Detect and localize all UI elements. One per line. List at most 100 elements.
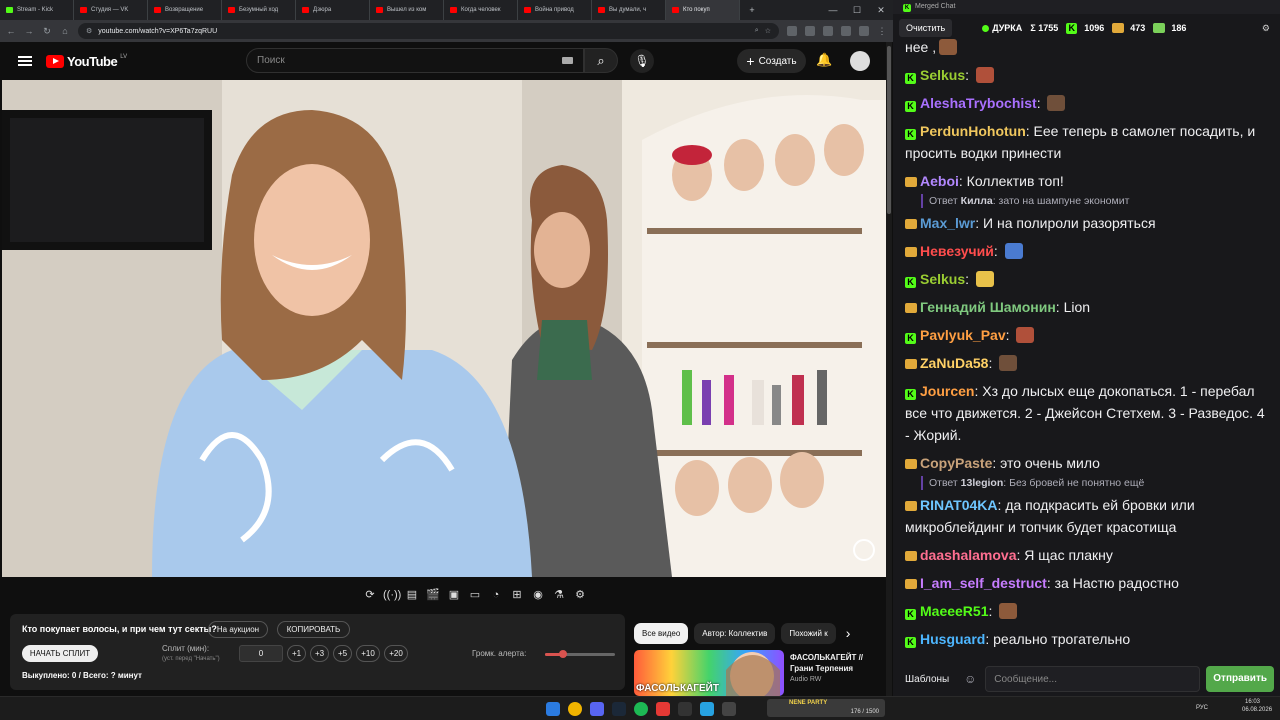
keyboard-icon[interactable]: [562, 57, 573, 64]
browser-tab[interactable]: Возвращение: [148, 0, 222, 20]
recommended-title[interactable]: ФАСОЛЬКАГЕЙТ // Грани Терпения: [790, 652, 882, 674]
spotify-icon[interactable]: [634, 702, 648, 716]
loop-icon[interactable]: ⟳: [362, 588, 378, 602]
templates-button[interactable]: Шаблоны: [899, 674, 955, 685]
alert-volume-slider[interactable]: [545, 650, 615, 658]
browser-tab[interactable]: Безумный ход: [222, 0, 296, 20]
chat-username[interactable]: Husguard: [920, 631, 985, 647]
notifications-bell-icon[interactable]: 🔔: [816, 52, 832, 68]
start-split-button[interactable]: НАЧАТЬ СПЛИТ: [22, 645, 98, 662]
more-menu-icon[interactable]: ⋮: [877, 26, 887, 37]
extension-icon[interactable]: [841, 26, 851, 36]
minimize-icon[interactable]: —: [821, 5, 845, 15]
browser-tab[interactable]: Дзюра: [296, 0, 370, 20]
flask-icon[interactable]: ⚗: [551, 588, 567, 602]
playlist-icon[interactable]: ▤: [404, 588, 420, 602]
emoji-icon[interactable]: ☺: [961, 672, 979, 686]
discord-icon[interactable]: [590, 702, 604, 716]
split-minutes-input[interactable]: 0: [239, 645, 283, 662]
chat-message-input[interactable]: Сообщение...: [985, 666, 1201, 692]
clock-time[interactable]: 16:03: [1245, 699, 1260, 705]
scrollbar-thumb[interactable]: [887, 46, 891, 214]
chat-username[interactable]: MaeeeR51: [920, 603, 989, 619]
search-button[interactable]: ⌕: [584, 48, 618, 73]
bookmark-star-icon[interactable]: ☆: [765, 27, 771, 35]
app-icon[interactable]: [722, 702, 736, 716]
chat-username[interactable]: Невезучий: [920, 243, 994, 259]
youtube-logo[interactable]: YouTube LV: [46, 54, 127, 69]
chip-author[interactable]: Автор: Коллектив: [694, 622, 776, 644]
extension-icon[interactable]: [823, 26, 833, 36]
chat-username[interactable]: CopyPaste: [920, 455, 992, 471]
reply-username[interactable]: Килла: [961, 195, 993, 207]
menu-icon[interactable]: [18, 56, 32, 66]
settings-gear-icon[interactable]: ⚙: [572, 588, 588, 602]
screenshot-icon[interactable]: ◉: [530, 588, 546, 602]
download-icon[interactable]: [859, 26, 869, 36]
clock-date[interactable]: 06.08.2026: [1242, 707, 1272, 713]
add-1-button[interactable]: +1: [287, 645, 306, 662]
auction-button[interactable]: На аукцион: [208, 621, 268, 638]
add-10-button[interactable]: +10: [356, 645, 380, 662]
chat-username[interactable]: Aeboi: [920, 173, 959, 189]
create-button[interactable]: + Создать: [737, 49, 806, 73]
telegram-icon[interactable]: [700, 702, 714, 716]
chat-username[interactable]: Pavlyuk_Pav: [920, 327, 1006, 343]
steam-icon[interactable]: [612, 702, 626, 716]
browser-tab[interactable]: Студия — VK: [74, 0, 148, 20]
extension-icon[interactable]: [805, 26, 815, 36]
broadcast-icon[interactable]: ((·)): [383, 588, 401, 602]
browser-tab[interactable]: Вышел из ком: [370, 0, 444, 20]
app-icon[interactable]: [678, 702, 692, 716]
avatar[interactable]: [850, 51, 870, 71]
alert-volume-knob[interactable]: [558, 650, 567, 658]
zoom-icon[interactable]: ⌕: [755, 27, 759, 35]
add-clip-icon[interactable]: ⊞: [509, 588, 525, 602]
game-widget[interactable]: NENE PARTY 176 / 1500: [767, 699, 885, 717]
chat-username[interactable]: RINAT04KA: [920, 497, 998, 513]
chip-all-videos[interactable]: Все видео: [634, 622, 689, 644]
chat-username[interactable]: I_am_self_destruct: [920, 575, 1047, 591]
chat-username[interactable]: Jourcen: [920, 383, 974, 399]
maximize-icon[interactable]: ☐: [845, 5, 869, 16]
video-thumbnail[interactable]: ФАСОЛЬКАГЕЙТ: [634, 650, 784, 696]
chat-username[interactable]: PerdunHohotun: [920, 123, 1026, 139]
chat-username[interactable]: ZaNuDa58: [920, 355, 988, 371]
chat-username[interactable]: AleshaTrybochist: [920, 95, 1037, 111]
chat-username[interactable]: Selkus: [920, 67, 965, 83]
home-icon[interactable]: ⌂: [60, 26, 70, 36]
windows-start-icon[interactable]: [546, 702, 560, 716]
reply-username[interactable]: 13legion: [961, 477, 1004, 489]
copy-button[interactable]: КОПИРОВАТЬ: [277, 621, 350, 638]
send-button[interactable]: Отправить: [1206, 666, 1274, 692]
add-5-button[interactable]: +5: [333, 645, 352, 662]
browser-tab[interactable]: Вы думали, ч: [592, 0, 666, 20]
speed-icon[interactable]: ◔: [488, 588, 504, 602]
browser-tab[interactable]: Война привод: [518, 0, 592, 20]
app-icon[interactable]: [656, 702, 670, 716]
clapper-icon[interactable]: 🎬: [425, 588, 441, 602]
chat-username[interactable]: Геннадий Шамонин: [920, 299, 1056, 315]
chrome-icon[interactable]: [568, 702, 582, 716]
extension-icon[interactable]: [787, 26, 797, 36]
chips-next-arrow-icon[interactable]: ›: [842, 623, 855, 644]
pip-icon[interactable]: ▣: [446, 588, 462, 602]
clear-chat-button[interactable]: Очистить: [899, 19, 953, 37]
back-icon[interactable]: ←: [6, 26, 16, 36]
search-input[interactable]: Поиск: [246, 48, 584, 73]
keyboard-language[interactable]: РУС: [1196, 705, 1208, 711]
recommended-channel[interactable]: Audio RW: [790, 676, 821, 683]
chat-settings-gear-icon[interactable]: ⚙: [1262, 23, 1270, 34]
microphone-icon[interactable]: 🎙: [630, 49, 654, 73]
site-info-icon[interactable]: ⚙: [86, 27, 92, 35]
close-icon[interactable]: ✕: [869, 5, 893, 16]
chat-username[interactable]: Selkus: [920, 271, 965, 287]
recommended-video[interactable]: ФАСОЛЬКАГЕЙТ ФАСОЛЬКАГЕЙТ // Грани Терпе…: [634, 648, 886, 696]
chip-similar[interactable]: Похожий к: [781, 622, 836, 644]
add-20-button[interactable]: +20: [384, 645, 408, 662]
browser-tab[interactable]: Stream - Kick: [0, 0, 74, 20]
chat-username[interactable]: daashalamova: [920, 547, 1017, 563]
forward-icon[interactable]: →: [24, 26, 34, 36]
subtitles-icon[interactable]: ▭: [467, 588, 483, 602]
add-3-button[interactable]: +3: [310, 645, 329, 662]
